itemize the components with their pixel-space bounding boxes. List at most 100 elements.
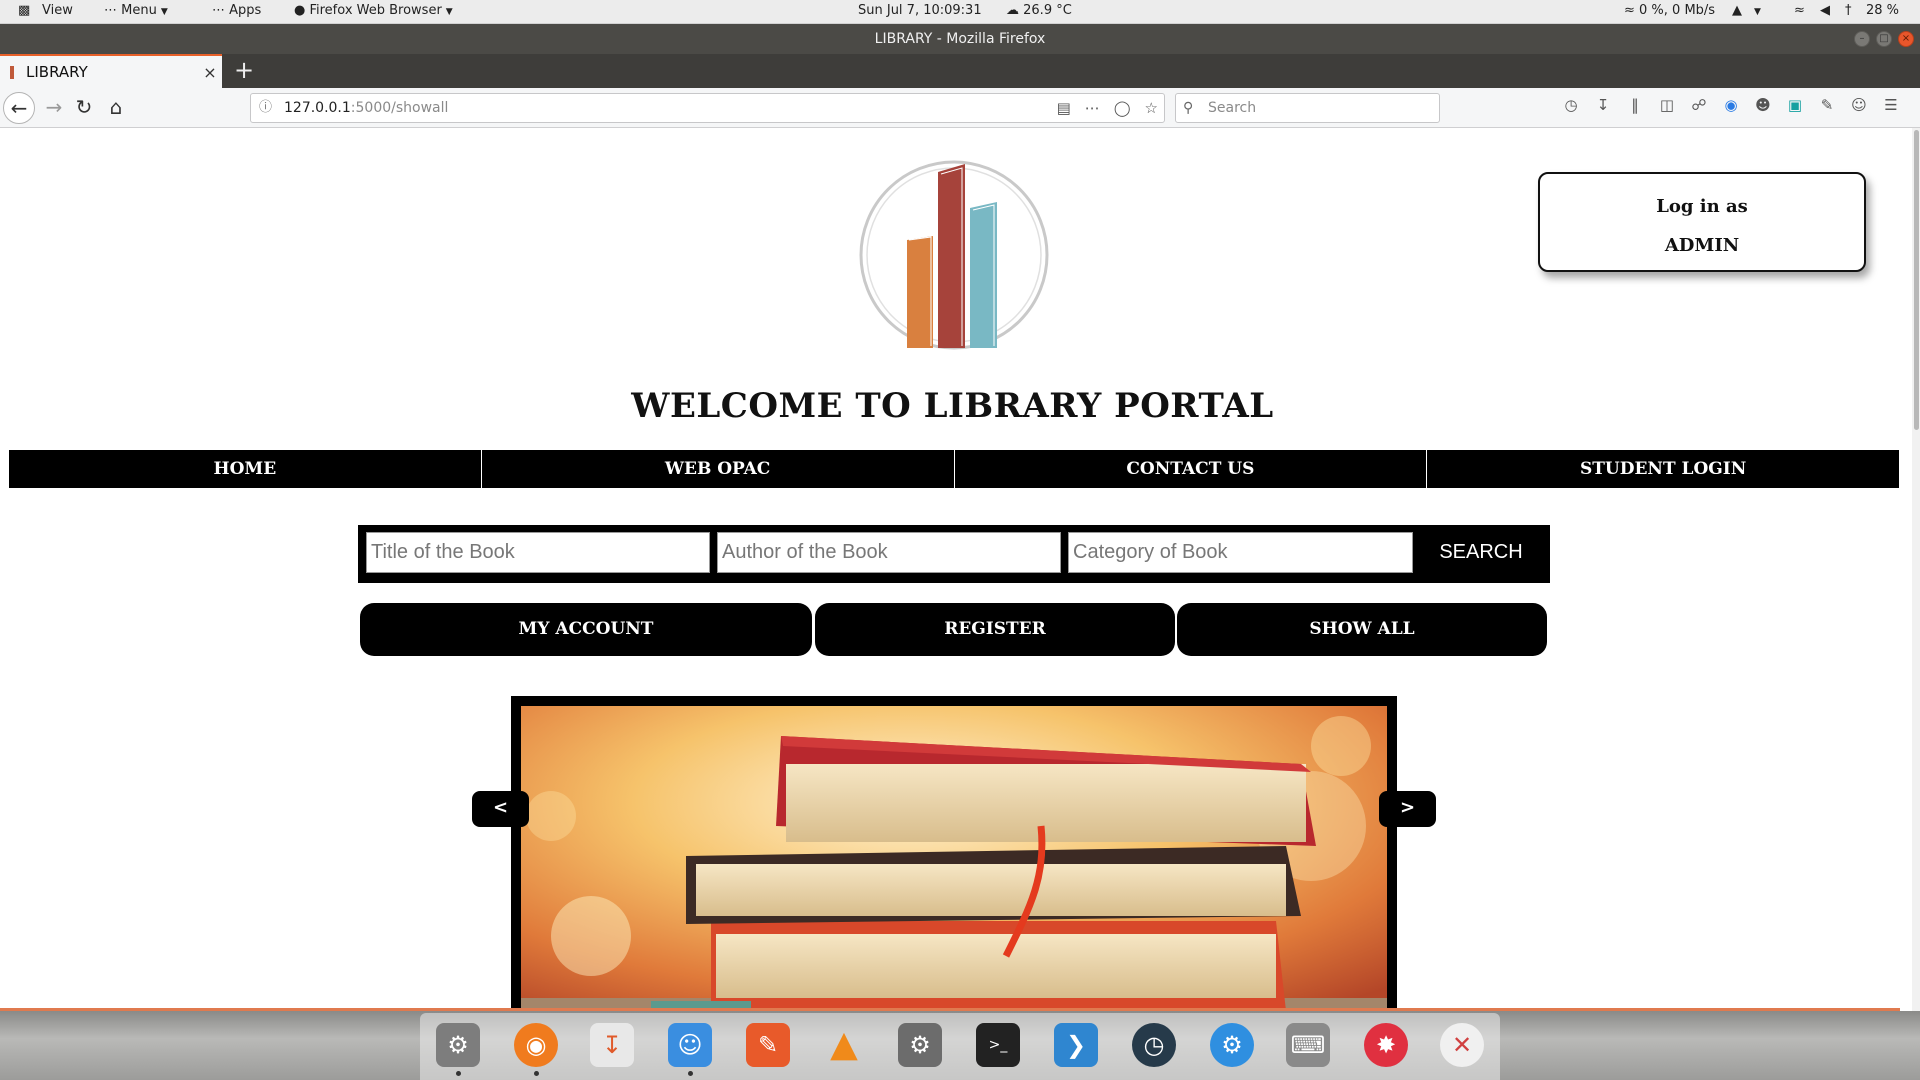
extension-save-icon[interactable]: ▣: [1784, 96, 1806, 114]
pocket-icon[interactable]: ◯: [1114, 94, 1131, 122]
hamburger-menu-icon[interactable]: ☰: [1880, 96, 1902, 114]
admin-login-box[interactable]: Log in as ADMIN: [1538, 172, 1866, 272]
nav-web-opac[interactable]: WEB OPAC: [482, 450, 955, 488]
downloads-icon[interactable]: ↧: [1592, 96, 1614, 114]
terminal-icon[interactable]: >_: [976, 1023, 1020, 1067]
running-indicator: [688, 1071, 693, 1076]
show-all-button[interactable]: SHOW ALL: [1177, 603, 1547, 656]
tab-library[interactable]: LIBRARY ×: [0, 54, 222, 88]
maximize-button[interactable]: □: [1876, 31, 1892, 47]
battery-indicator[interactable]: 28 %: [1866, 3, 1899, 18]
os-active-app[interactable]: ● Firefox Web Browser ▼: [294, 3, 453, 18]
finder-icon[interactable]: ☺: [668, 1023, 712, 1067]
admin-login-label: Log in as: [1656, 196, 1748, 217]
close-tab-icon[interactable]: ×: [198, 63, 222, 82]
extension-mask-icon[interactable]: ☻: [1752, 96, 1774, 114]
running-indicator: [534, 1071, 539, 1076]
new-tab-button[interactable]: +: [230, 56, 258, 84]
nav-student-login[interactable]: STUDENT LOGIN: [1427, 450, 1899, 488]
account-icon[interactable]: ☺: [1848, 96, 1870, 114]
kodi-icon[interactable]: ✕: [1440, 1023, 1484, 1067]
firefox-icon[interactable]: ◉: [514, 1023, 558, 1067]
site-info-icon[interactable]: ⓘ: [259, 94, 272, 122]
os-active-app-label: Firefox Web Browser: [309, 3, 442, 18]
system-settings-icon[interactable]: ⚙: [436, 1023, 480, 1067]
admin-login-role: ADMIN: [1664, 235, 1740, 256]
os-apps-label: Apps: [229, 3, 262, 18]
os-weather[interactable]: ☁ 26.9 °C: [1006, 3, 1072, 18]
page-title: WELCOME TO LIBRARY PORTAL: [631, 386, 1274, 426]
register-button[interactable]: REGISTER: [815, 603, 1175, 656]
os-top-panel: ▩ View ⋯ Menu ▼ ⋯ Apps ● Firefox Web Brow…: [0, 0, 1920, 24]
book-category-input[interactable]: [1068, 532, 1413, 573]
os-network-label: 0 %, 0 Mb/s: [1639, 3, 1716, 18]
books-slide-image: [521, 706, 1387, 1011]
lifesaver-icon[interactable]: ✸: [1364, 1023, 1408, 1067]
os-apps-button[interactable]: ⋯ Apps: [212, 3, 261, 18]
url-host: 127.0.0.1: [284, 100, 351, 116]
shield-icon[interactable]: ☍: [1688, 96, 1710, 114]
os-dropdown-icon[interactable]: ▼: [1750, 3, 1761, 18]
slider-next-button[interactable]: >: [1379, 791, 1436, 827]
keyboard-icon[interactable]: ⌨: [1286, 1023, 1330, 1067]
my-account-button[interactable]: MY ACCOUNT: [360, 603, 812, 656]
image-slider: [511, 696, 1397, 1011]
scrollbar-thumb[interactable]: [1914, 130, 1919, 430]
extension-pen-icon[interactable]: ✎: [1816, 96, 1838, 114]
os-network-monitor[interactable]: ≈ 0 %, 0 Mb/s: [1624, 3, 1715, 18]
battery-label: 28 %: [1866, 3, 1900, 18]
page-scrollbar[interactable]: [1912, 128, 1920, 1011]
os-view-menu[interactable]: View: [42, 3, 73, 18]
book-author-input[interactable]: [717, 532, 1061, 573]
slider-prev-button[interactable]: <: [472, 791, 529, 827]
wifi-icon[interactable]: ≈: [1794, 3, 1805, 18]
stacer-icon[interactable]: ◷: [1132, 1023, 1176, 1067]
reload-button[interactable]: ↻: [68, 92, 100, 124]
window-title: LIBRARY - Mozilla Firefox: [874, 31, 1046, 47]
book-title-input[interactable]: [366, 532, 710, 573]
volume-icon[interactable]: ◀: [1820, 3, 1830, 18]
history-icon[interactable]: ◷: [1560, 96, 1582, 114]
nav-home[interactable]: HOME: [9, 450, 482, 488]
page-content: Log in as ADMIN WELCOME TO LIBRARY PORTA…: [0, 128, 1920, 1011]
search-button[interactable]: SEARCH: [1420, 532, 1542, 573]
back-button[interactable]: ←: [3, 92, 35, 124]
os-notification-icon[interactable]: ▲: [1732, 3, 1742, 18]
home-button[interactable]: ⌂: [100, 92, 132, 124]
gimp-icon[interactable]: ✎: [746, 1023, 790, 1067]
os-menu-button[interactable]: ⋯ Menu ▼: [104, 3, 168, 18]
search-icon: ⚲: [1183, 100, 1194, 116]
running-indicator: [456, 1071, 461, 1076]
library-icon[interactable]: ‖: [1624, 96, 1646, 114]
url-bar[interactable]: ⓘ 127.0.0.1:5000/showall ▤ ⋯ ◯ ☆: [250, 93, 1165, 123]
os-clock[interactable]: Sun Jul 7, 10:09:31: [858, 3, 982, 18]
minimize-button[interactable]: –: [1854, 31, 1870, 47]
toolbar-icons: ◷ ↧ ‖ ◫ ☍ ◉ ☻ ▣ ✎ ☺ ☰: [1560, 96, 1902, 114]
browser-toolbar: ← → ↻ ⌂ ⓘ 127.0.0.1:5000/showall ▤ ⋯ ◯ ☆…: [0, 88, 1920, 128]
settings-gear-icon[interactable]: ⚙: [898, 1023, 942, 1067]
bluetooth-icon[interactable]: †: [1845, 3, 1852, 18]
forward-button[interactable]: →: [38, 92, 70, 124]
url-actions: ▤ ⋯ ◯ ☆: [1057, 94, 1158, 122]
main-nav: HOME WEB OPAC CONTACT US STUDENT LOGIN: [9, 450, 1899, 488]
os-logo-icon[interactable]: ▩: [18, 3, 30, 18]
close-window-button[interactable]: ×: [1898, 31, 1914, 47]
os-temperature: 26.9 °C: [1023, 3, 1072, 18]
tab-favicon-icon: [10, 65, 14, 79]
window-titlebar[interactable]: LIBRARY - Mozilla Firefox – □ ×: [0, 24, 1920, 54]
page-actions-icon[interactable]: ⋯: [1085, 94, 1100, 122]
url-path: :5000/showall: [350, 100, 449, 116]
search-bar[interactable]: ⚲ Search: [1175, 93, 1440, 123]
preferences-icon[interactable]: ⚙: [1210, 1023, 1254, 1067]
vscode-icon[interactable]: ❯: [1054, 1023, 1098, 1067]
downloader-icon[interactable]: ↧: [590, 1023, 634, 1067]
bookmark-star-icon[interactable]: ☆: [1145, 94, 1158, 122]
dock: ⚙ ◉ ↧ ☺ ✎ ▲ ⚙ >_ ❯ ◷ ⚙ ⌨ ✸ ✕: [420, 1013, 1500, 1080]
extension-b-icon[interactable]: ◉: [1720, 96, 1742, 114]
tab-strip: LIBRARY × +: [0, 54, 1920, 88]
vlc-icon[interactable]: ▲: [822, 1023, 866, 1067]
window-controls: – □ ×: [1854, 31, 1914, 47]
nav-contact-us[interactable]: CONTACT US: [955, 450, 1428, 488]
sidebar-icon[interactable]: ◫: [1656, 96, 1678, 114]
reader-view-icon[interactable]: ▤: [1057, 94, 1071, 122]
